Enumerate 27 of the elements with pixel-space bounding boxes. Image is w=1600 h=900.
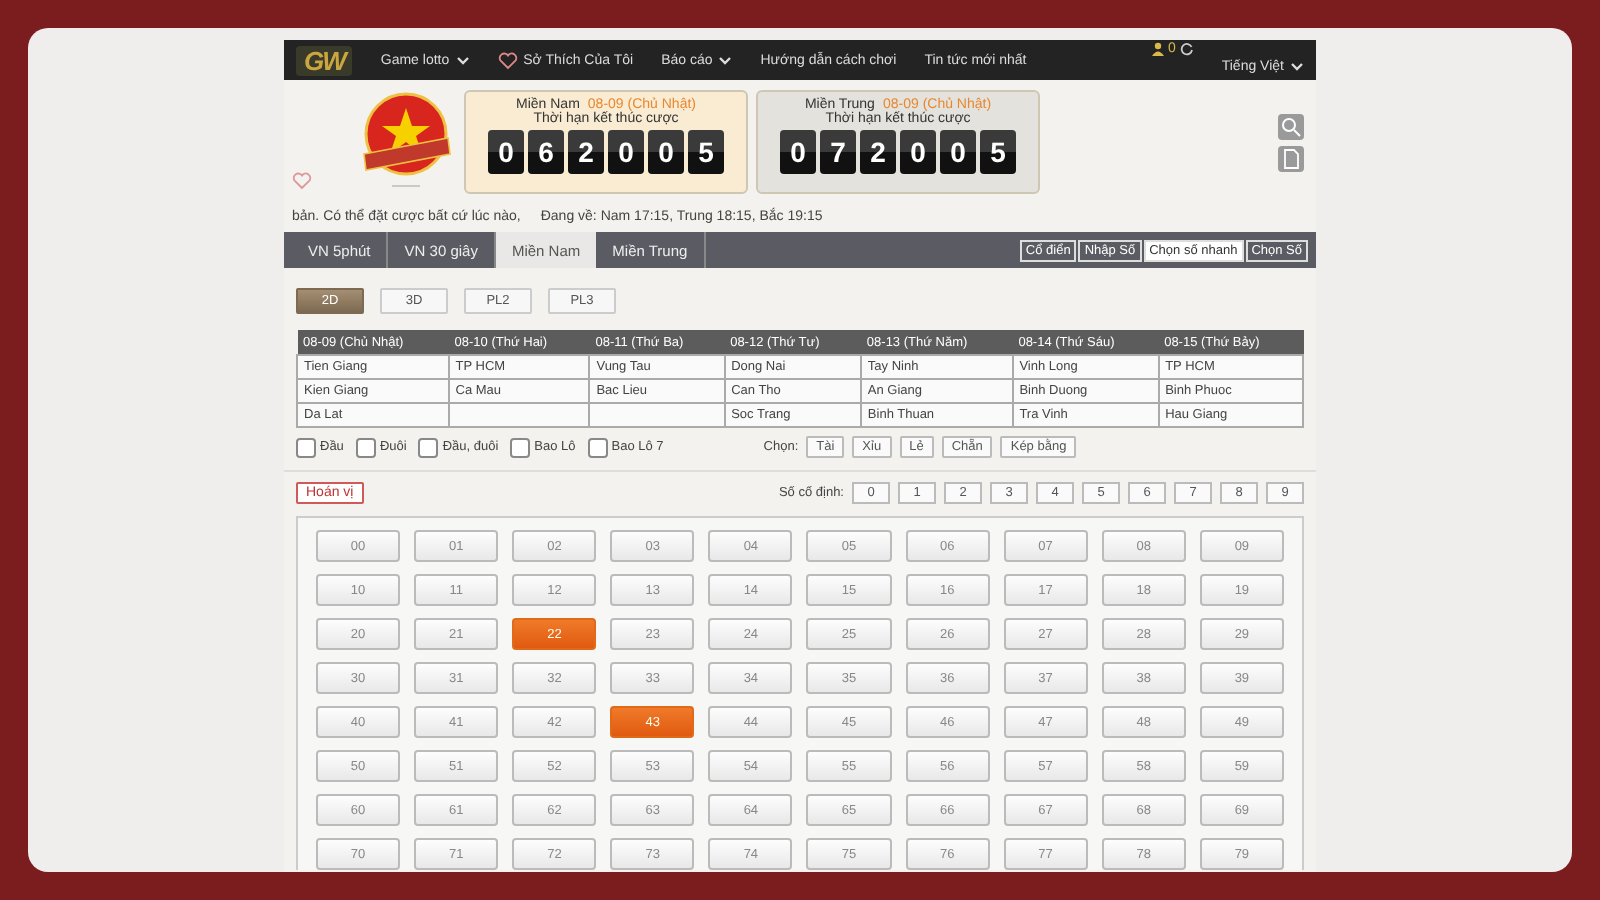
countdown-digit: 0 (608, 130, 644, 174)
heart-icon (497, 51, 518, 69)
countdown-digit: 5 (688, 130, 724, 174)
countdown-digit: 2 (860, 130, 896, 174)
search-icon[interactable] (1278, 113, 1304, 139)
caret-icon (1290, 62, 1304, 72)
heart-icon (292, 172, 312, 190)
caret-icon (718, 55, 733, 65)
user-icon (1151, 42, 1164, 56)
checkbox[interactable] (587, 437, 608, 457)
checkbox[interactable] (296, 437, 316, 457)
countdown-digit: 0 (900, 130, 936, 174)
countdown-digit: 0 (780, 130, 816, 174)
countdown-digit: 0 (648, 130, 684, 174)
logo[interactable]: GW (296, 45, 353, 75)
countdown-digit: 5 (980, 130, 1016, 174)
refresh-icon[interactable] (1179, 42, 1194, 56)
caret-icon (455, 55, 470, 65)
countdown-digit: 2 (568, 130, 604, 174)
document-icon[interactable] (1278, 145, 1304, 171)
checkbox[interactable] (418, 437, 439, 457)
countdown-digit: 7 (820, 130, 856, 174)
checkbox[interactable] (510, 437, 531, 457)
checkbox[interactable] (355, 437, 376, 457)
countdown-digit: 6 (528, 130, 564, 174)
countdown-digit: 0 (940, 130, 976, 174)
countdown-digit: 0 (488, 130, 524, 174)
